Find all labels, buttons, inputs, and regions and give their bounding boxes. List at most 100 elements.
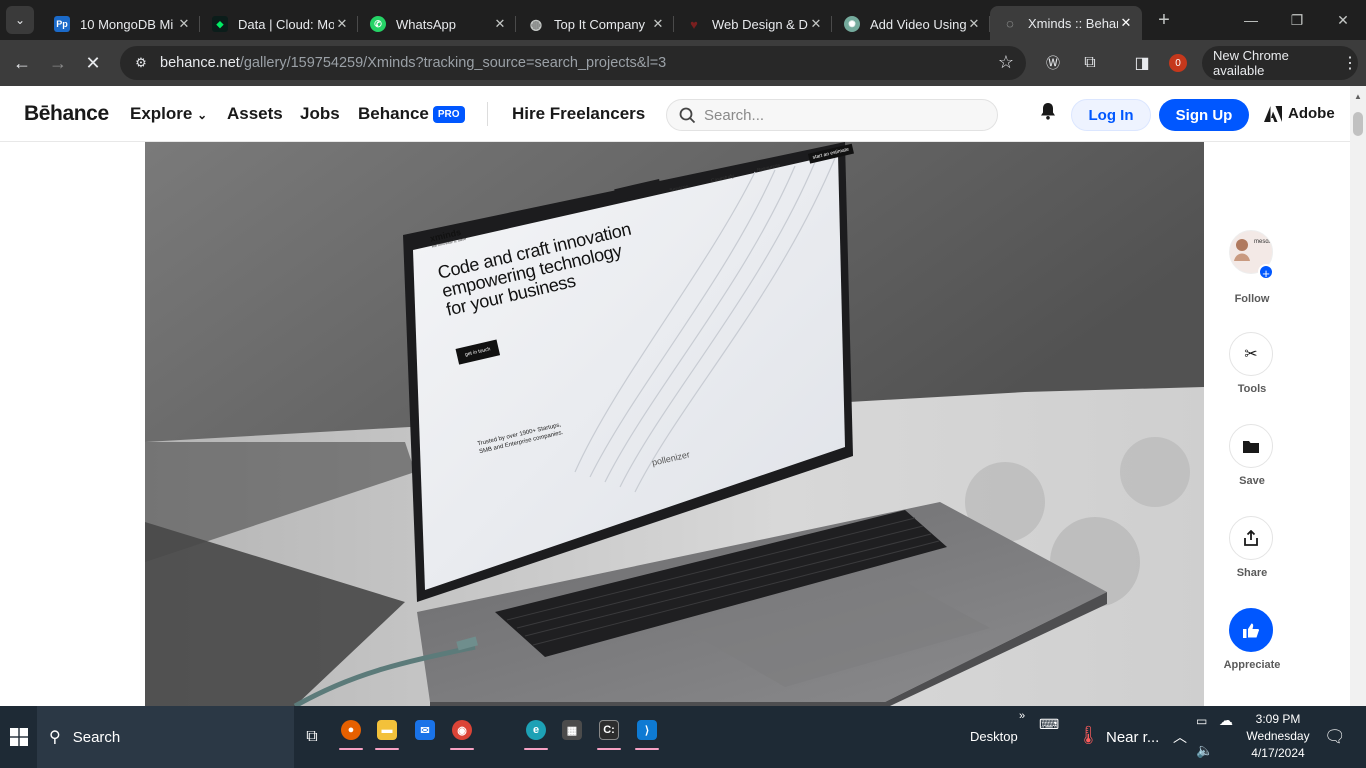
extensions-puzzle-icon[interactable]: ⧉ (1073, 46, 1107, 80)
adobe-link[interactable]: Adobe (1264, 105, 1335, 122)
taskbar-firefox[interactable]: ● (333, 712, 369, 750)
tab-search-button[interactable]: ⌄ (6, 6, 34, 34)
save-label: Save (1239, 475, 1265, 487)
forward-button[interactable]: → (41, 46, 75, 80)
nav-behance-pro[interactable]: Behance PRO (358, 104, 465, 124)
mail-icon: ✉ (415, 720, 435, 740)
back-button[interactable]: ← (5, 46, 39, 80)
running-indicator (524, 748, 548, 750)
show-hidden-icons-chevron-icon[interactable]: ︿ (1173, 727, 1187, 747)
scrollbar-thumb[interactable] (1353, 112, 1363, 136)
search-icon: ⚲ (49, 729, 61, 746)
screen-cta-button: get in touch (455, 339, 500, 365)
minimize-button[interactable]: — (1228, 0, 1274, 40)
arrow-right-icon: → (49, 52, 67, 73)
taskbar-edge[interactable]: e (518, 712, 554, 750)
browser-tab-strip: ⌄ Pp 10 MongoDB Mi ✕ ◆ Data | Cloud: Mo … (0, 0, 1366, 40)
scroll-up-arrow-icon[interactable]: ▲ (1354, 92, 1362, 101)
side-panel-icon[interactable]: ◨ (1125, 46, 1159, 80)
close-window-button[interactable]: ✕ (1320, 0, 1366, 40)
restore-button[interactable]: ❐ (1274, 0, 1320, 40)
browser-tab[interactable]: ♥ Web Design & D ✕ (674, 8, 832, 40)
weather-label[interactable]: Near r... (1106, 729, 1159, 746)
close-tab-icon[interactable]: ✕ (808, 16, 824, 32)
browser-tab-active[interactable]: ◌ Xminds :: Behanc ✕ (990, 6, 1142, 40)
battery-icon[interactable]: ▭ (1196, 714, 1207, 728)
close-tab-icon[interactable]: ✕ (966, 16, 982, 32)
chevron-down-icon: ⌄ (14, 13, 26, 27)
taskbar-search[interactable]: ⚲ Search (37, 706, 294, 768)
appreciate-action[interactable]: Appreciate (1224, 608, 1280, 671)
taskbar-terminal[interactable]: C: (591, 712, 627, 750)
behance-search-box[interactable] (666, 99, 998, 131)
browser-tab[interactable]: ◆ Data | Cloud: Mo ✕ (200, 8, 358, 40)
tools-action[interactable]: ✂ Tools (1229, 332, 1275, 395)
mongodb-leaf-icon: ◆ (212, 16, 228, 32)
behance-header: Bēhance Explore ⌄ Assets Jobs Behance PRO… (0, 86, 1350, 142)
tab-title: 10 MongoDB Mi (80, 16, 174, 32)
url-text[interactable]: behance.net/gallery/159754259/Xminds?tra… (160, 55, 666, 71)
close-tab-icon[interactable]: ✕ (492, 16, 508, 32)
new-chrome-available-button[interactable]: New Chrome available ⋮ (1202, 46, 1358, 80)
taskbar-file-explorer[interactable]: ▬ (369, 712, 405, 750)
behance-logo[interactable]: Bēhance (24, 102, 109, 126)
volume-icon[interactable]: 🔈 (1196, 742, 1213, 759)
browser-tab[interactable]: ◍ Top It Company ✕ (516, 8, 674, 40)
clock[interactable]: 3:09 PM Wednesday 4/17/2024 (1246, 711, 1310, 762)
windows-start-icon[interactable] (10, 728, 28, 746)
close-tab-icon[interactable]: ✕ (334, 16, 350, 32)
notifications-bell-icon[interactable] (1040, 102, 1056, 125)
browser-tab[interactable]: ✺ Add Video Using ✕ (832, 8, 990, 40)
chevron-right-double-icon[interactable]: » (1019, 710, 1025, 722)
desktop-toolbar-label[interactable]: Desktop (970, 729, 1018, 744)
running-indicator (597, 748, 621, 750)
nav-explore[interactable]: Explore ⌄ (130, 104, 207, 124)
save-button[interactable] (1229, 424, 1273, 468)
save-action[interactable]: Save (1229, 424, 1275, 487)
task-view-button[interactable]: ⧉ (294, 719, 330, 755)
appreciate-button[interactable] (1229, 608, 1273, 652)
site-info-icon[interactable]: ⚙ (130, 52, 152, 74)
share-button[interactable] (1229, 516, 1273, 560)
w-extension-icon[interactable]: Ⓦ (1036, 46, 1070, 80)
nav-jobs[interactable]: Jobs (300, 104, 340, 124)
taskbar-chrome[interactable]: ◉ (444, 712, 480, 750)
page-scrollbar[interactable]: ▲ (1350, 86, 1366, 706)
share-action[interactable]: Share (1229, 516, 1275, 579)
nav-assets[interactable]: Assets (227, 104, 283, 124)
nav-hire-freelancers[interactable]: Hire Freelancers (512, 104, 645, 124)
stop-loading-button[interactable]: ✕ (76, 46, 110, 80)
tab-favicon-icon: Pp (54, 16, 70, 32)
bookmark-star-icon[interactable]: ☆ (998, 52, 1014, 73)
cloud-icon[interactable]: ☁ (1219, 712, 1233, 729)
signup-button[interactable]: Sign Up (1159, 99, 1249, 131)
new-tab-button[interactable]: + (1150, 6, 1178, 34)
clock-time: 3:09 PM (1255, 712, 1301, 726)
keyboard-icon[interactable]: ⌨ (1039, 716, 1059, 733)
notification-center-icon[interactable]: 🗨 (1324, 727, 1346, 747)
restore-icon: ❐ (1290, 11, 1304, 28)
tools-button[interactable]: ✂ (1229, 332, 1273, 376)
login-button[interactable]: Log In (1071, 99, 1151, 131)
browser-tab[interactable]: ✆ WhatsApp ✕ (358, 8, 516, 40)
vscode-icon: ⟩ (637, 720, 657, 740)
taskbar-mail[interactable]: ✉ (407, 712, 443, 748)
taskbar-store[interactable]: ▦ (554, 712, 590, 748)
address-bar[interactable]: ⚙ behance.net/gallery/159754259/Xminds?t… (120, 46, 1026, 80)
avatar-text: mesda (1254, 239, 1273, 245)
tab-title: Xminds :: Behanc (1028, 15, 1118, 31)
project-hero-image[interactable]: xminds we innovate it, save Code and cra… (145, 142, 1204, 706)
search-input[interactable] (704, 106, 984, 124)
clock-date: 4/17/2024 (1251, 746, 1305, 760)
url-host: behance.net (160, 55, 240, 71)
close-tab-icon[interactable]: ✕ (650, 16, 666, 32)
thumbs-up-icon (1243, 623, 1259, 638)
close-tab-icon[interactable]: ✕ (1118, 15, 1134, 31)
browser-tab[interactable]: Pp 10 MongoDB Mi ✕ (42, 8, 200, 40)
taskbar-vscode[interactable]: ⟩ (629, 712, 665, 750)
pro-badge: PRO (432, 106, 465, 123)
extension-badge[interactable]: 0 (1169, 54, 1187, 72)
close-tab-icon[interactable]: ✕ (176, 16, 192, 32)
follow-plus-icon[interactable]: + (1258, 264, 1274, 281)
follow-action[interactable]: mesda + Follow (1229, 230, 1275, 305)
